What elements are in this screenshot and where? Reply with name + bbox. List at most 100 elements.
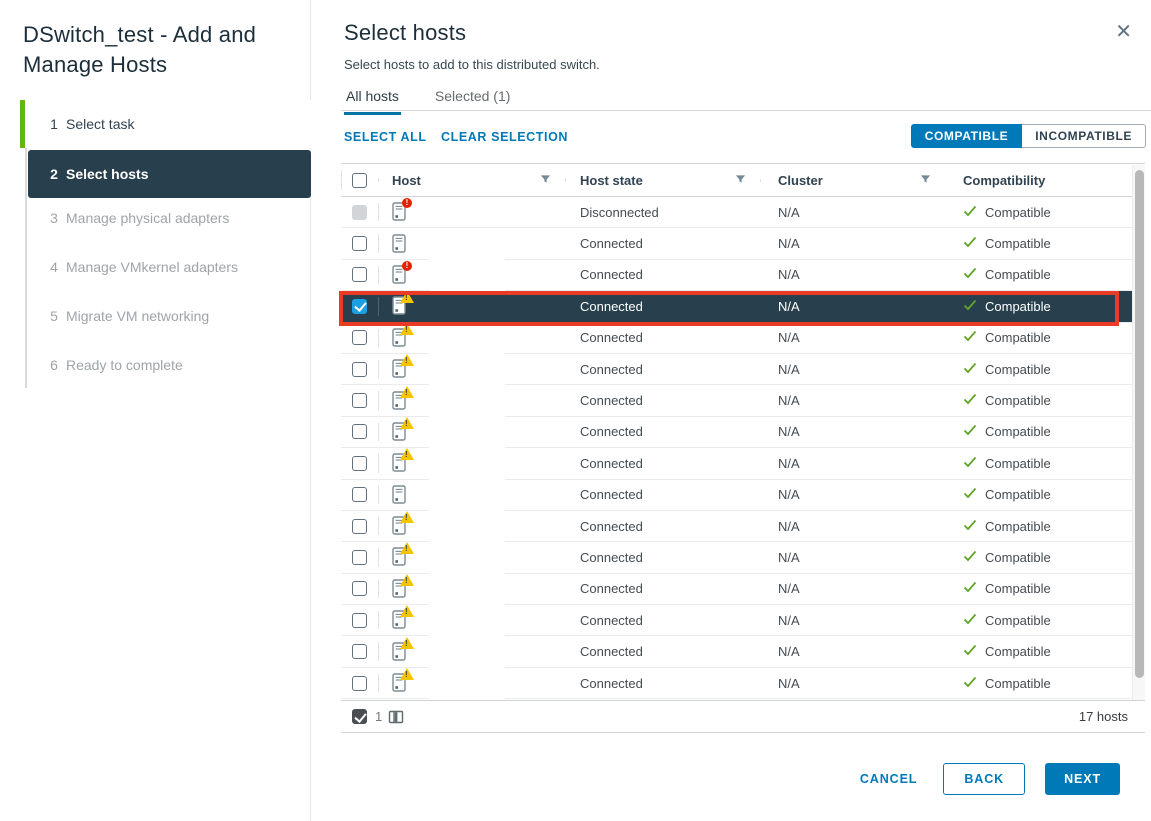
cluster-cell: N/A	[760, 267, 945, 282]
compatible-check-icon	[963, 550, 977, 565]
cluster-cell: N/A	[760, 550, 945, 565]
host-icon	[392, 485, 407, 505]
compatible-check-icon	[963, 330, 977, 345]
host-state-cell: Connected	[565, 362, 760, 377]
hosts-table: Host Host state Cluster	[341, 163, 1145, 732]
filter-icon[interactable]	[540, 173, 551, 188]
host-state-cell: Connected	[565, 424, 760, 439]
sidebar-item-step-3: 3Manage physical adapters	[20, 194, 311, 242]
host-warning-badge-icon	[400, 354, 414, 366]
row-checkbox[interactable]	[352, 393, 367, 408]
cluster-cell: N/A	[760, 236, 945, 251]
host-state-cell: Connected	[565, 613, 760, 628]
row-checkbox[interactable]	[352, 613, 367, 628]
column-settings-icon[interactable]	[388, 709, 404, 725]
host-state-cell: Connected	[565, 676, 760, 691]
compatible-check-icon	[963, 613, 977, 628]
select-all-checkbox[interactable]	[352, 173, 367, 188]
compatibility-cell: Compatible	[945, 205, 1132, 220]
cluster-cell: N/A	[760, 205, 945, 220]
filter-icon[interactable]	[920, 173, 931, 188]
host-state-cell: Disconnected	[565, 205, 760, 220]
close-icon[interactable]: ✕	[1115, 22, 1132, 42]
row-checkbox[interactable]	[352, 581, 367, 596]
select-all-button[interactable]: SELECT ALL	[344, 130, 427, 144]
page-title: Select hosts	[344, 20, 466, 46]
host-warning-badge-icon	[400, 448, 414, 460]
step-progress-bar	[20, 292, 25, 340]
cluster-cell: N/A	[760, 581, 945, 596]
compatible-check-icon	[963, 487, 977, 502]
compatibility-toggle-group: COMPATIBLE INCOMPATIBLE	[911, 124, 1146, 148]
step-progress-bar	[20, 194, 25, 242]
incompatible-toggle-button[interactable]: INCOMPATIBLE	[1022, 124, 1146, 148]
compatible-check-icon	[963, 393, 977, 408]
host-state-cell: Connected	[565, 393, 760, 408]
row-checkbox[interactable]	[352, 236, 367, 251]
row-checkbox[interactable]	[352, 205, 367, 220]
next-button[interactable]: NEXT	[1045, 763, 1120, 795]
compatible-check-icon	[963, 362, 977, 377]
cancel-button[interactable]: CANCEL	[854, 763, 923, 795]
compatibility-cell: Compatible	[945, 613, 1132, 628]
compatibility-cell: Compatible	[945, 644, 1132, 659]
compatibility-cell: Compatible	[945, 267, 1132, 282]
host-error-badge-icon: !	[402, 261, 412, 271]
table-row[interactable]: ! Disconnected N/A Compatible	[341, 197, 1132, 228]
wizard-sidebar: DSwitch_test - Add and Manage Hosts 1Sel…	[0, 0, 311, 821]
sidebar-item-step-2[interactable]: 2Select hosts	[28, 150, 311, 198]
host-icon	[392, 642, 407, 662]
host-warning-badge-icon	[400, 542, 414, 554]
host-error-badge-icon: !	[402, 198, 412, 208]
cluster-cell: N/A	[760, 424, 945, 439]
host-warning-badge-icon	[400, 511, 414, 523]
host-state-cell: Connected	[565, 487, 760, 502]
row-checkbox[interactable]	[352, 550, 367, 565]
host-cell	[378, 296, 565, 316]
host-icon	[392, 547, 407, 567]
row-checkbox[interactable]	[352, 299, 367, 314]
host-state-cell: Connected	[565, 519, 760, 534]
row-checkbox[interactable]	[352, 487, 367, 502]
compatibility-cell: Compatible	[945, 519, 1132, 534]
host-warning-badge-icon	[400, 291, 414, 303]
row-checkbox[interactable]	[352, 676, 367, 691]
compatible-check-icon	[963, 456, 977, 471]
sidebar-item-step-6: 6Ready to complete	[20, 341, 311, 389]
row-checkbox[interactable]	[352, 456, 367, 471]
cluster-cell: N/A	[760, 644, 945, 659]
row-checkbox[interactable]	[352, 267, 367, 282]
scrollbar-thumb[interactable]	[1135, 170, 1144, 678]
row-checkbox[interactable]	[352, 424, 367, 439]
compatible-check-icon	[963, 267, 977, 282]
compatibility-cell: Compatible	[945, 393, 1132, 408]
compatibility-cell: Compatible	[945, 456, 1132, 471]
row-checkbox[interactable]	[352, 362, 367, 377]
header-host-state[interactable]: Host state	[565, 173, 760, 188]
header-checkbox-cell	[341, 173, 378, 188]
total-hosts-count: 17 hosts	[1079, 709, 1128, 724]
table-row[interactable]: Connected N/A Compatible	[341, 291, 1132, 322]
header-cluster[interactable]: Cluster	[760, 173, 945, 188]
clear-selection-button[interactable]: CLEAR SELECTION	[441, 130, 568, 144]
row-checkbox[interactable]	[352, 644, 367, 659]
cluster-cell: N/A	[760, 393, 945, 408]
row-checkbox[interactable]	[352, 519, 367, 534]
header-compatibility[interactable]: Compatibility	[945, 173, 1132, 188]
host-warning-badge-icon	[400, 637, 414, 649]
host-icon	[392, 673, 407, 693]
compatible-toggle-button[interactable]: COMPATIBLE	[911, 124, 1023, 148]
table-scrollbar[interactable]	[1132, 165, 1145, 700]
cluster-cell: N/A	[760, 487, 945, 502]
host-warning-badge-icon	[400, 574, 414, 586]
filter-icon[interactable]	[735, 173, 746, 188]
back-button[interactable]: BACK	[943, 763, 1025, 795]
step-progress-bar	[20, 100, 25, 148]
host-warning-badge-icon	[400, 605, 414, 617]
host-state-cell: Connected	[565, 267, 760, 282]
selected-count-checkbox-icon[interactable]	[352, 709, 367, 724]
host-state-cell: Connected	[565, 550, 760, 565]
sidebar-item-step-1[interactable]: 1Select task	[20, 100, 311, 148]
row-checkbox[interactable]	[352, 330, 367, 345]
header-host[interactable]: Host	[378, 173, 565, 188]
